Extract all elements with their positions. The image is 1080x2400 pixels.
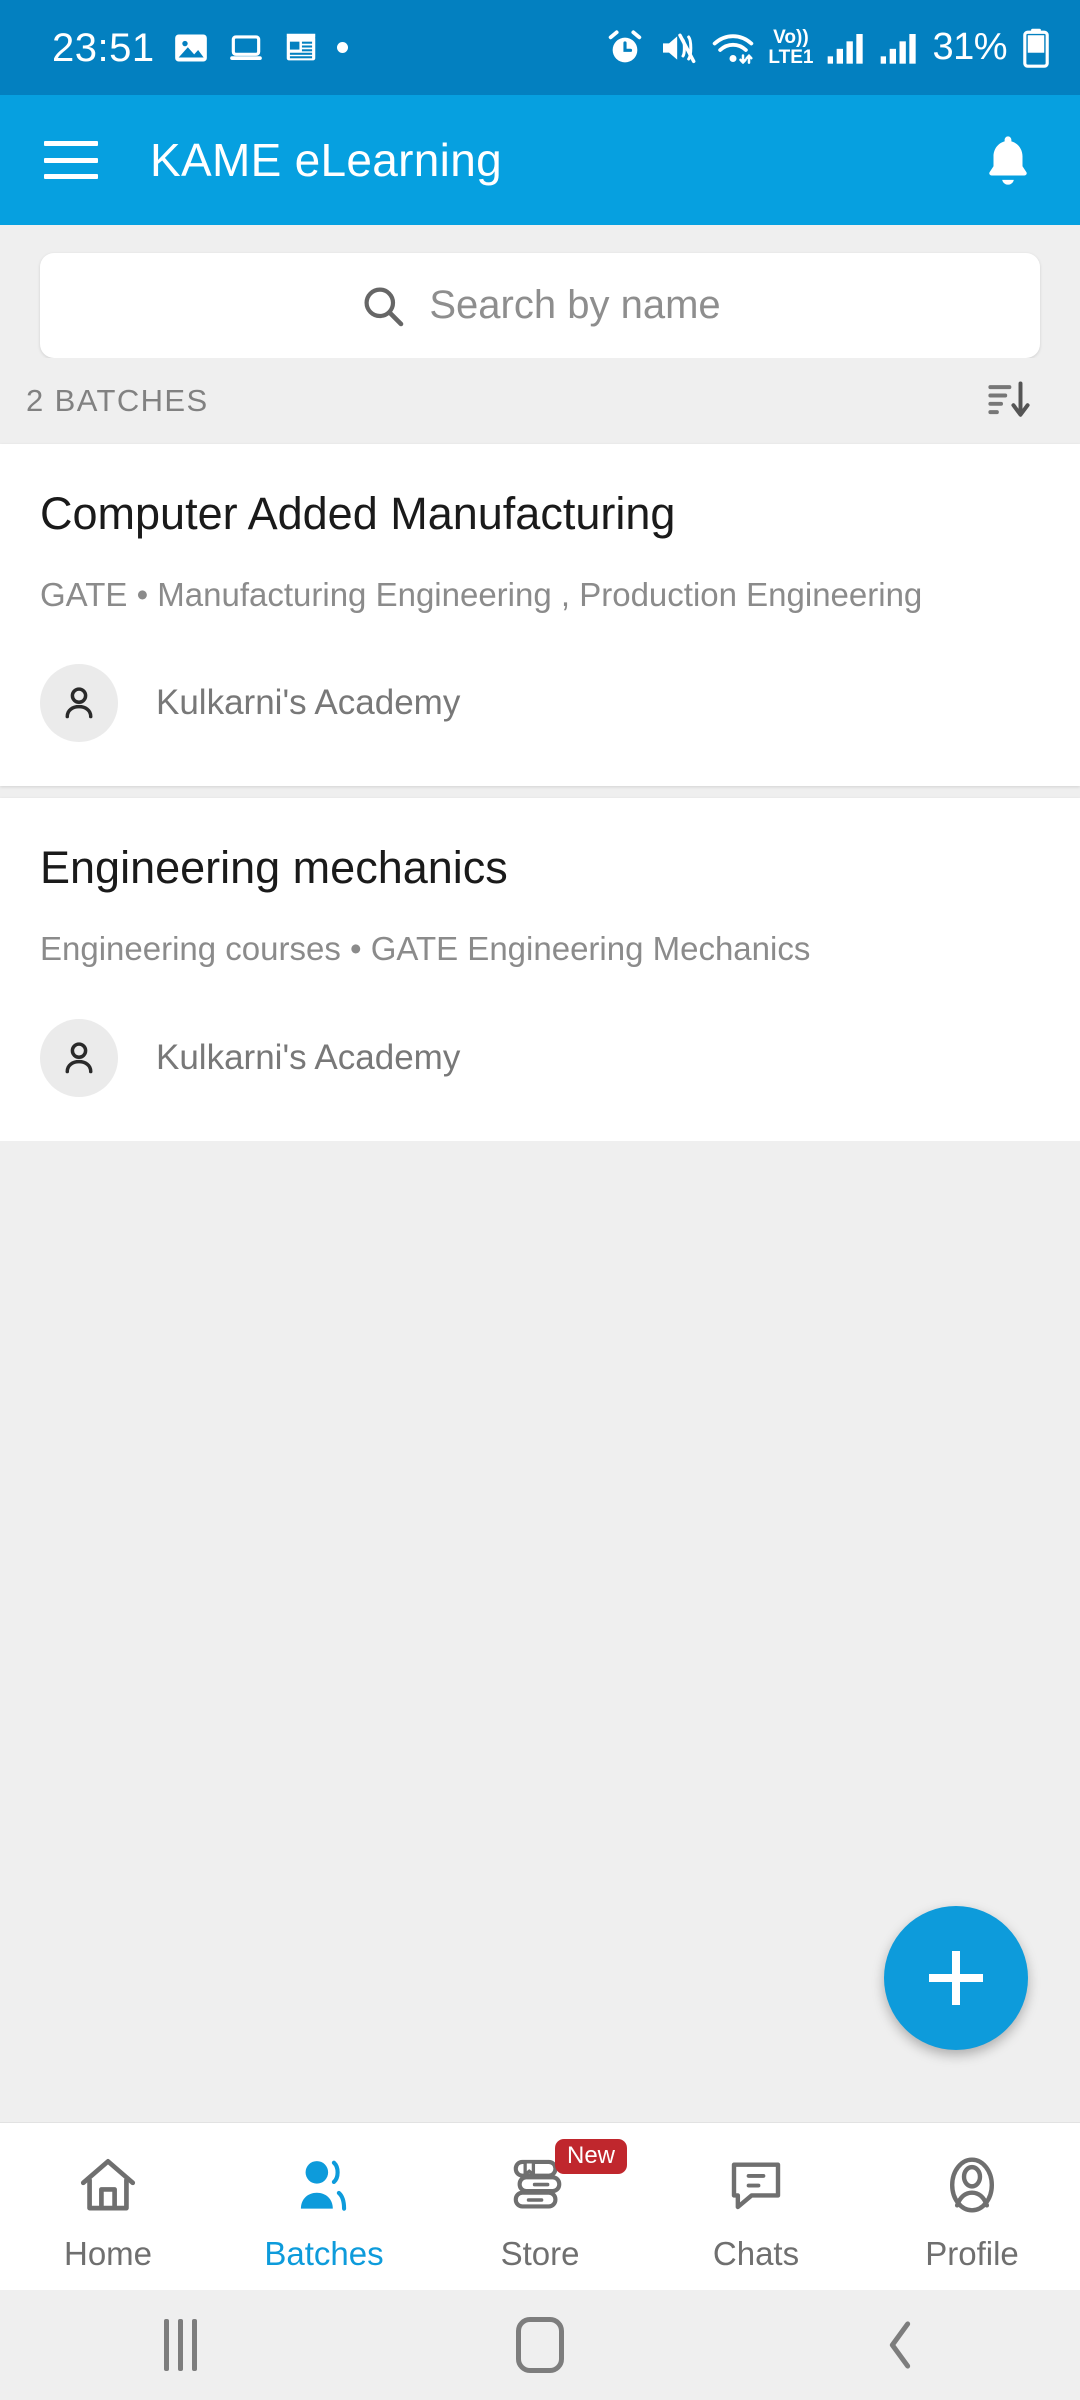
chat-icon (723, 2149, 789, 2221)
nav-label-home: Home (63, 2234, 153, 2272)
nav-label-profile: Profile (925, 2234, 1019, 2272)
status-bar-left: 23:51 (52, 28, 348, 68)
batch-subtitle: Engineering courses • GATE Engineering M… (40, 930, 811, 968)
battery-icon (1023, 28, 1049, 68)
nav-label-batches: Batches (264, 2234, 384, 2272)
volte-indicator: Vo)) LTE1 (768, 27, 814, 68)
batch-owner: Kulkarni's Academy (40, 664, 1040, 743)
batch-list: Computer Added Manufacturing GATE • Manu… (0, 444, 1080, 1141)
bottom-navigation: Home Batches New Store Chats Profile (0, 2122, 1080, 2290)
store-new-badge: New (555, 2138, 628, 2174)
back-chevron-icon[interactable] (830, 2300, 970, 2390)
signal-bars-sim2-icon (881, 33, 917, 64)
batch-owner-name: Kulkarni's Academy (156, 683, 461, 723)
nav-item-home[interactable]: Home (0, 2123, 216, 2290)
alarm-icon (609, 29, 642, 62)
nav-label-store: Store (500, 2234, 580, 2272)
android-navigation-bar (0, 2290, 1080, 2400)
search-input[interactable]: Search by name (429, 283, 720, 328)
batch-title: Computer Added Manufacturing (40, 488, 676, 539)
sort-descending-icon[interactable] (978, 371, 1038, 431)
status-bar: 23:51 Vo)) LTE1 31% (0, 0, 1080, 95)
nav-item-batches[interactable]: Batches (216, 2123, 432, 2290)
phone-screen: 23:51 Vo)) LTE1 31% KAME eLearning Searc… (0, 0, 1080, 2400)
batch-owner-name: Kulkarni's Academy (156, 1037, 461, 1077)
content-empty-area (0, 1140, 1080, 2122)
batch-subtitle: GATE • Manufacturing Engineering , Produ… (40, 575, 923, 613)
news-icon (286, 33, 315, 60)
person-icon (40, 1018, 118, 1097)
nav-item-store[interactable]: New Store (432, 2123, 648, 2290)
app-title: KAME eLearning (150, 134, 502, 186)
laptop-icon (229, 34, 262, 60)
batch-card[interactable]: Engineering mechanics Engineering course… (0, 798, 1080, 1141)
search-bar[interactable]: Search by name (40, 253, 1040, 358)
nav-item-chats[interactable]: Chats (648, 2123, 864, 2290)
status-bar-right: Vo)) LTE1 31% (605, 26, 1052, 69)
status-bar-clock: 23:51 (52, 25, 155, 70)
bell-icon[interactable] (976, 128, 1040, 192)
plus-icon-vertical (952, 1951, 960, 2005)
mute-vibrate-icon (663, 33, 696, 63)
person-icon (40, 664, 118, 743)
dot-indicator (336, 42, 348, 53)
batch-count-label: 2 BATCHES (26, 383, 209, 418)
recents-icon[interactable] (110, 2300, 250, 2390)
add-batch-fab[interactable] (884, 1906, 1028, 2050)
nav-label-chats: Chats (712, 2234, 800, 2272)
hamburger-menu-icon[interactable] (40, 135, 102, 185)
gallery-icon (174, 34, 207, 61)
books-icon: New (507, 2138, 628, 2221)
search-section: Search by name (0, 225, 1080, 358)
signal-bars-sim1-icon (828, 33, 864, 64)
profile-icon (939, 2149, 1005, 2221)
batch-owner: Kulkarni's Academy (40, 1018, 1040, 1097)
list-header: 2 BATCHES (0, 358, 1080, 444)
wifi-icon (713, 33, 754, 64)
app-bar: KAME eLearning (0, 95, 1080, 225)
batch-card[interactable]: Computer Added Manufacturing GATE • Manu… (0, 444, 1080, 787)
home-square-icon[interactable] (470, 2300, 610, 2390)
batch-title: Engineering mechanics (40, 842, 508, 894)
search-icon (359, 282, 407, 330)
home-icon (75, 2149, 141, 2221)
battery-percentage: 31% (932, 26, 1007, 68)
nav-item-profile[interactable]: Profile (864, 2123, 1080, 2290)
batches-icon (291, 2149, 357, 2221)
